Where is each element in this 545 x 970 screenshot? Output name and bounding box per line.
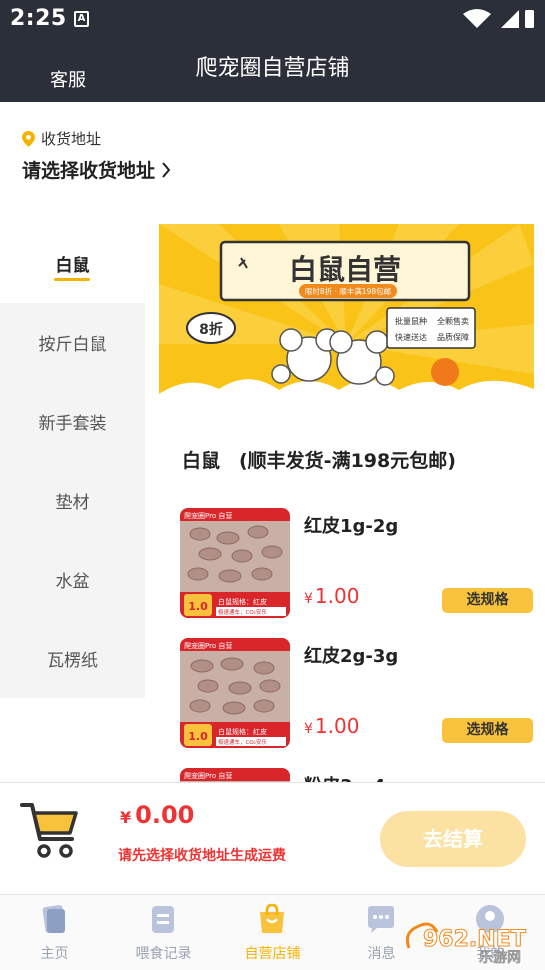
category-label: 按斤白鼠 — [38, 335, 107, 355]
tab-home[interactable]: 主页 — [0, 895, 109, 970]
shop-bag-icon — [260, 903, 284, 933]
product-price: ¥1.00 — [304, 584, 359, 608]
currency-symbol: ¥ — [304, 591, 313, 607]
tab-self-shop[interactable]: 自营店铺 — [218, 895, 327, 970]
checkout-button[interactable]: 去结算 — [380, 811, 526, 867]
product-name: 红皮2g-3g — [304, 646, 399, 667]
select-spec-button[interactable]: 选规格 — [442, 588, 533, 613]
category-label: 水盆 — [55, 572, 90, 592]
address-value: 请选择收货地址 — [22, 160, 156, 182]
currency-symbol: ¥ — [120, 808, 132, 827]
checkout-bar: ¥0.00 请先选择收货地址生成运费 去结算 — [0, 782, 545, 894]
category-item[interactable]: 垫材 — [0, 461, 145, 540]
watermark-sub: 乐游网 — [479, 949, 521, 964]
site-watermark: 962.NET 乐游网 — [405, 922, 526, 964]
thumb-badge: 爬宠圈Pro 自营 — [184, 511, 232, 520]
home-icon — [42, 905, 66, 933]
category-item[interactable]: 白鼠 — [0, 224, 145, 303]
banner-subtitle: 限时8折 · 顺丰满198包邮 — [305, 286, 392, 296]
location-pin-icon — [22, 130, 35, 147]
address-label: 收货地址 — [41, 130, 102, 148]
thumb-spec: 白鼠规格：红皮 — [218, 727, 267, 736]
thumb-note: 极速通车，CO₂安乐 — [218, 738, 267, 746]
category-label: 新手套装 — [38, 414, 107, 434]
feeding-record-icon — [152, 906, 174, 933]
address-selector[interactable]: 收货地址 请选择收货地址 — [22, 124, 522, 186]
tab-label: 主页 — [40, 946, 69, 962]
thumb-badge: 爬宠圈Pro 自营 — [184, 771, 232, 780]
shipping-note: 请先选择收货地址生成运费 — [118, 848, 286, 864]
product-image: 爬宠圈Pro 自营 1.0 白鼠规格：红皮 极速通车，CO₂安乐 — [180, 508, 290, 618]
chevron-right-icon — [162, 161, 171, 178]
product-image: 爬宠圈Pro 自营 1.0 白鼠规格：红皮 极速通车，CO₂安乐 — [180, 638, 290, 748]
battery-icon — [525, 10, 534, 28]
status-icons — [463, 9, 534, 28]
product-price: ¥1.00 — [304, 714, 359, 738]
category-item[interactable]: 新手套装 — [0, 382, 145, 461]
category-label: 瓦楞纸 — [47, 651, 98, 671]
tab-feeding-record[interactable]: 喂食记录 — [109, 895, 218, 970]
product-card[interactable]: 爬宠圈Pro 自营 1.0 白鼠规格：红皮 极速通车，CO₂安乐 红皮1g-2g… — [180, 508, 535, 618]
total-value: 0.00 — [135, 801, 195, 829]
category-item[interactable]: 瓦楞纸 — [0, 619, 145, 698]
price-value: 1.00 — [314, 584, 360, 608]
select-spec-button[interactable]: 选规格 — [442, 718, 533, 743]
app-header: 2:25 A 客服 爬宠圈自营店铺 — [0, 0, 545, 102]
banner-tag: 批量鼠种 — [395, 316, 427, 326]
thumb-badge: 爬宠圈Pro 自营 — [184, 641, 232, 650]
product-thumbnail[interactable]: 爬宠圈Pro 自营 1.0 白鼠规格：红皮 极速通车，CO₂安乐 — [180, 508, 290, 618]
banner-tag: 全颗售卖 — [437, 316, 469, 326]
product-thumbnail[interactable]: 爬宠圈Pro 自营 1.0 白鼠规格：红皮 极速通车，CO₂安乐 — [180, 638, 290, 748]
banner-art: 白鼠自营 限时8折 · 顺丰满198包邮 8折 批量鼠种 全颗售卖 快速送达 品… — [159, 224, 534, 412]
order-total: ¥0.00 — [120, 801, 194, 829]
category-label: 白鼠 — [55, 256, 90, 276]
message-icon — [368, 906, 394, 933]
category-item[interactable]: 按斤白鼠 — [0, 303, 145, 382]
cart-icon[interactable] — [20, 799, 82, 861]
page-title: 爬宠圈自营店铺 — [195, 56, 350, 81]
thumb-price: 1.0 — [188, 730, 208, 743]
status-bar: 2:25 A — [0, 0, 545, 38]
thumb-note: 极速通车，CO₂安乐 — [218, 608, 267, 616]
status-time: 2:25 — [10, 6, 67, 31]
promo-banner[interactable]: 白鼠自营 限时8折 · 顺丰满198包邮 8折 批量鼠种 全颗售卖 快速送达 品… — [159, 224, 534, 412]
category-sidebar: 白鼠 按斤白鼠 新手套装 垫材 水盆 瓦楞纸 — [0, 224, 145, 698]
category-item[interactable]: 水盆 — [0, 540, 145, 619]
thumb-price: 1.0 — [188, 600, 208, 613]
tab-label: 自营店铺 — [244, 946, 301, 962]
notification-icon: A — [74, 11, 89, 27]
product-card[interactable]: 爬宠圈Pro 自营 1.0 白鼠规格：红皮 极速通车，CO₂安乐 红皮2g-3g… — [180, 638, 535, 748]
address-label-row: 收货地址 — [22, 128, 101, 149]
address-value-row[interactable]: 请选择收货地址 — [22, 156, 171, 183]
thumb-spec: 白鼠规格：红皮 — [218, 597, 267, 606]
banner-tag: 快速送达 — [395, 332, 427, 342]
section-title: 白鼠 (顺丰发货-满198元包邮) — [182, 450, 456, 472]
currency-symbol: ¥ — [304, 721, 313, 737]
banner-tag: 品质保障 — [437, 332, 469, 342]
price-value: 1.00 — [314, 714, 360, 738]
signal-icon — [501, 10, 519, 28]
banner-title: 白鼠自营 — [289, 253, 401, 286]
product-name: 红皮1g-2g — [304, 516, 399, 537]
category-label: 垫材 — [55, 493, 90, 513]
tab-label: 喂食记录 — [135, 946, 192, 962]
watermark-text: 962.NET — [423, 927, 526, 952]
banner-discount: 8折 — [199, 321, 223, 338]
wifi-icon — [463, 9, 491, 28]
